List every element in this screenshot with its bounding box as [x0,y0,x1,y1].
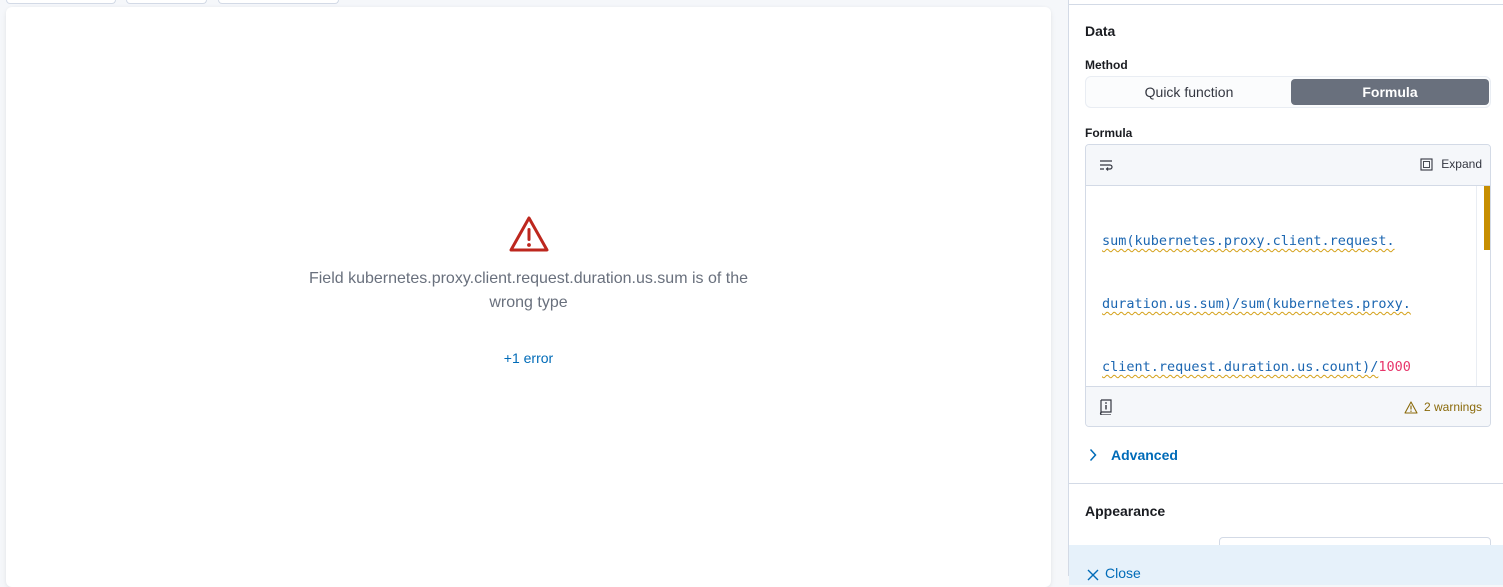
close-button[interactable]: Close [1069,545,1503,585]
more-errors-link[interactable]: +1 error [504,350,553,366]
warnings-badge[interactable]: 2 warnings [1404,400,1482,414]
section-divider [1069,483,1503,484]
formula-code-area[interactable]: sum(kubernetes.proxy.client.request. dur… [1086,186,1490,386]
formula-label: Formula [1085,126,1133,140]
warning-icon [1404,400,1418,414]
formula-editor-footer: 2 warnings [1086,386,1490,426]
toolbar-group-stub-2[interactable] [218,0,339,4]
method-label: Method [1085,58,1128,72]
formula-editor: Expand sum(kubernetes.proxy.client.reque… [1085,144,1491,427]
editor-scrollbar[interactable] [1476,186,1490,386]
expand-label: Expand [1441,157,1482,171]
appearance-section-title: Appearance [1085,503,1166,519]
code-line-text: sum(kubernetes.proxy.client.request. [1102,233,1395,249]
fullscreen-icon [1420,157,1433,171]
expand-button[interactable]: Expand [1420,157,1482,171]
code-number: 1000 [1378,359,1411,375]
advanced-label: Advanced [1111,447,1178,463]
documentation-icon[interactable] [1099,399,1113,415]
toolbar-group-stub-1[interactable] [126,0,207,4]
quick-function-button[interactable]: Quick function [1090,79,1288,105]
warning-marker [1484,186,1490,250]
code-line-text: duration.us.sum)/sum(kubernetes.proxy. [1102,296,1411,312]
error-message-block: Field kubernetes.proxy.client.request.du… [6,215,1051,368]
advanced-accordion-toggle[interactable]: Advanced [1089,447,1178,463]
warnings-label: 2 warnings [1423,400,1482,414]
close-label: Close [1105,565,1141,581]
close-icon [1087,569,1099,581]
alert-triangle-icon [509,216,548,252]
word-wrap-icon[interactable] [1099,158,1113,172]
dimension-editor-flyout: Data Method Quick function Formula Formu… [1068,0,1503,585]
data-section-title: Data [1085,23,1116,39]
code-line: client.request.duration.us.count)/1000 [1102,357,1474,378]
chevron-right-icon [1089,448,1097,462]
formula-editor-header: Expand [1086,145,1490,186]
toolbar-button-stub[interactable] [6,0,116,4]
flyout-top-divider [1069,4,1503,5]
method-button-group: Quick function Formula [1085,76,1491,108]
code-line: sum(kubernetes.proxy.client.request. [1102,231,1474,252]
formula-button[interactable]: Formula [1291,79,1489,105]
code-line-text: client.request.duration.us.count)/ [1102,359,1379,375]
error-text: Field kubernetes.proxy.client.request.du… [308,270,749,311]
code-line: duration.us.sum)/sum(kubernetes.proxy. [1102,294,1474,315]
visualization-workspace: Field kubernetes.proxy.client.request.du… [6,7,1051,587]
